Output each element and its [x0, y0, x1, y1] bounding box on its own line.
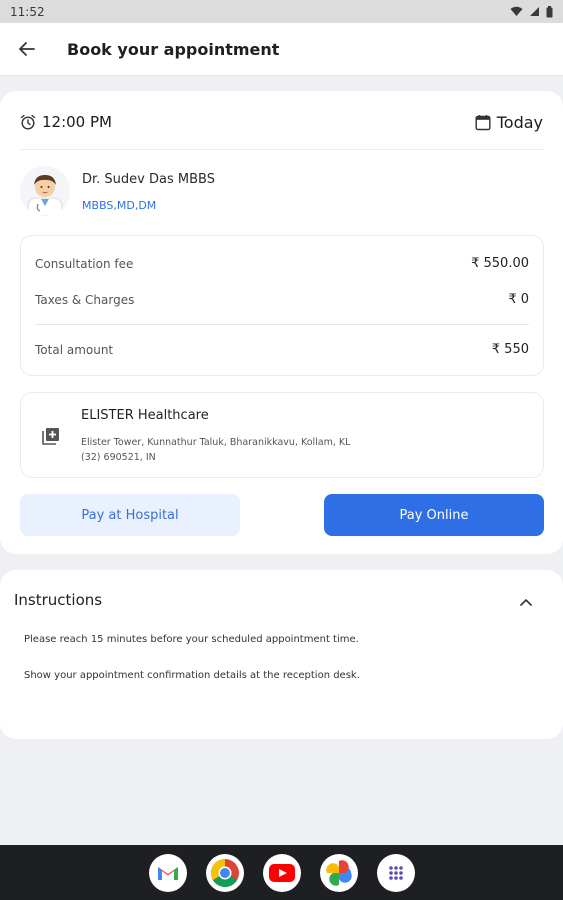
instructions-title: Instructions: [14, 591, 103, 609]
total-row: Total amount ₹ 550: [35, 342, 529, 357]
hospital-card: ELISTER Healthcare Elister Tower, Kunnat…: [20, 392, 544, 478]
hospital-address-line: Elister Tower, Kunnathur Taluk, Bharanik…: [81, 437, 351, 448]
instructions-card: Instructions Please reach 15 minutes bef…: [0, 570, 563, 739]
taxes-value: ₹ 0: [508, 292, 529, 307]
doctor-qualifications: MBBS,MD,DM: [82, 199, 157, 212]
status-icons: [510, 5, 553, 18]
app-drawer-icon[interactable]: [376, 853, 415, 892]
hospital-address: Elister Tower, Kunnathur Taluk, Bharanik…: [81, 435, 381, 465]
taxes-label: Taxes & Charges: [35, 292, 135, 307]
youtube-icon[interactable]: [262, 853, 301, 892]
consultation-fee-label: Consultation fee: [35, 256, 134, 271]
page-title: Book your appointment: [67, 39, 280, 59]
app-bar: Book your appointment: [0, 23, 563, 76]
appointment-time-row: 12:00 PM Today: [20, 109, 543, 135]
signal-icon: [530, 7, 539, 16]
doctor-avatar: [20, 166, 70, 216]
divider: [35, 324, 529, 325]
wifi-icon: [510, 6, 523, 16]
total-value: ₹ 550: [491, 342, 529, 357]
back-button[interactable]: [0, 23, 54, 76]
pay-at-hospital-button[interactable]: Pay at Hospital: [20, 494, 240, 536]
gmail-icon[interactable]: [148, 853, 187, 892]
taxes-row: Taxes & Charges ₹ 0: [35, 292, 529, 307]
hospital-address-line: (32) 690521, IN: [81, 452, 156, 463]
date-selector[interactable]: Today: [475, 113, 543, 132]
total-label: Total amount: [35, 342, 114, 357]
calendar-icon: [475, 114, 491, 130]
alarm-clock-icon: [20, 114, 36, 130]
doctor-name: Dr. Sudev Das MBBS: [82, 172, 215, 187]
status-bar: 11:52: [0, 0, 563, 23]
battery-icon: [546, 5, 553, 17]
photos-icon[interactable]: [319, 853, 358, 892]
chrome-icon[interactable]: [205, 853, 244, 892]
booking-card: 12:00 PM Today Dr. Sudev Das MBBS MBBS,M…: [0, 91, 563, 554]
collapse-instructions-button[interactable]: [514, 590, 538, 614]
appointment-time: 12:00 PM: [42, 113, 112, 131]
divider: [20, 149, 543, 150]
doctor-info: Dr. Sudev Das MBBS MBBS,MD,DM: [20, 166, 543, 222]
app-dock: [0, 845, 563, 900]
appointment-date: Today: [496, 112, 543, 132]
fee-summary: Consultation fee ₹ 550.00 Taxes & Charge…: [20, 235, 544, 376]
consultation-fee-value: ₹ 550.00: [471, 256, 529, 271]
instruction-item: Show your appointment confirmation detai…: [24, 670, 360, 681]
arrow-back-icon: [19, 42, 35, 56]
status-time: 11:52: [10, 4, 45, 19]
hospital-name: ELISTER Healthcare: [81, 408, 209, 423]
chevron-up-icon: [520, 599, 532, 606]
pay-online-button[interactable]: Pay Online: [324, 494, 544, 536]
instruction-item: Please reach 15 minutes before your sche…: [24, 634, 359, 645]
hospital-add-icon: [42, 428, 59, 445]
consultation-fee-row: Consultation fee ₹ 550.00: [35, 256, 529, 271]
